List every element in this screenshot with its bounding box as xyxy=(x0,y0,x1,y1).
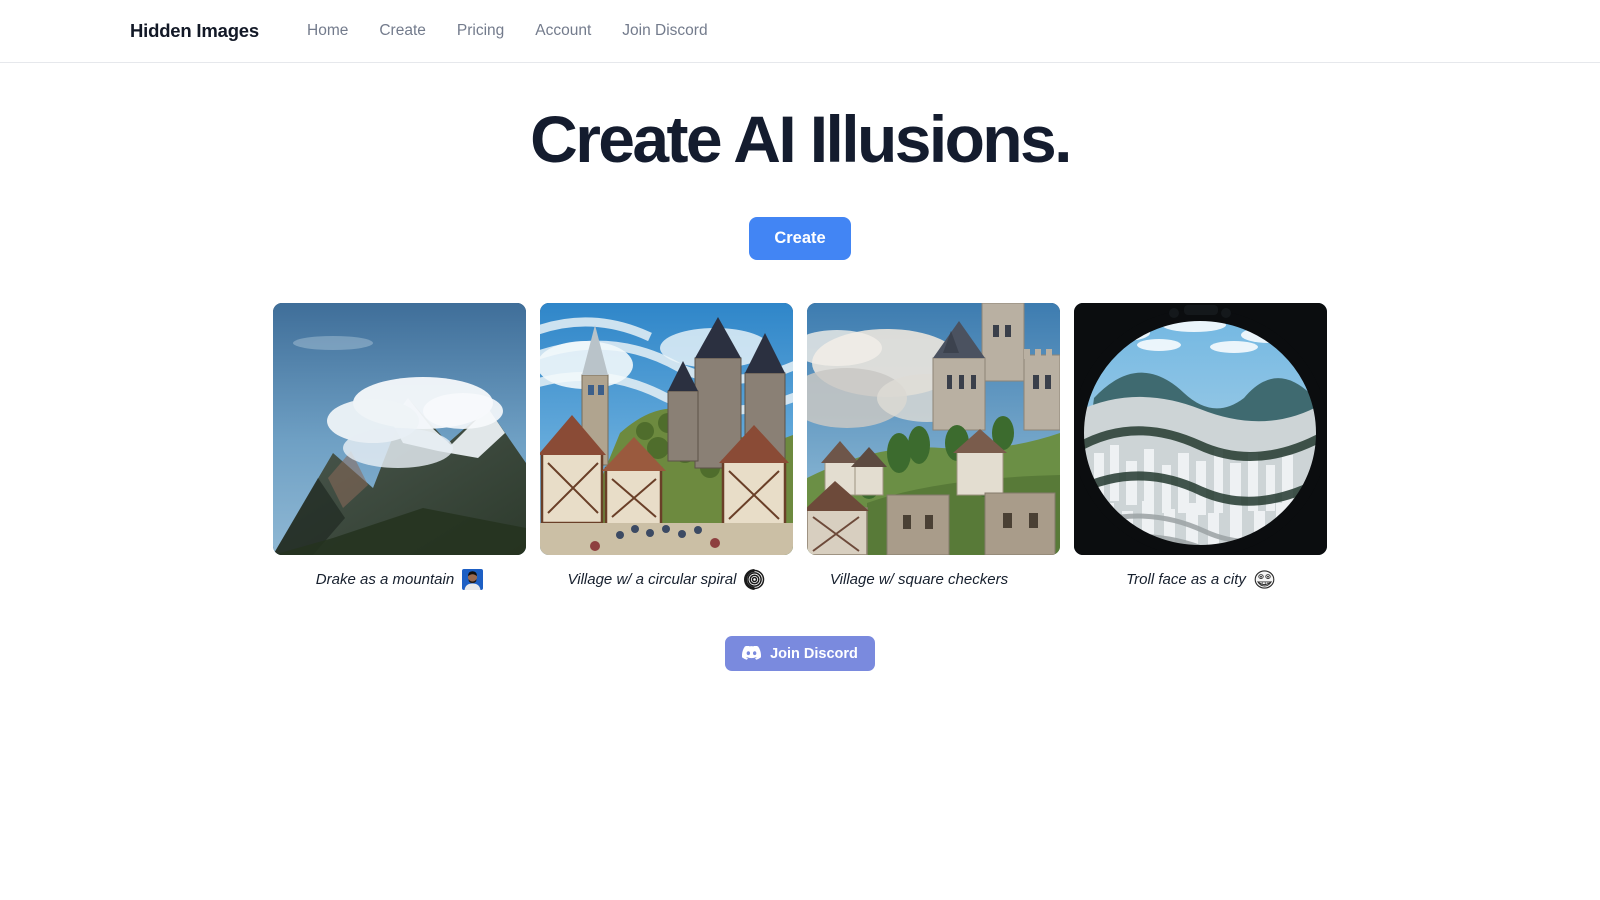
gallery-image-aerial-city-fisheye[interactable] xyxy=(1074,303,1327,556)
drake-portrait-icon xyxy=(462,569,484,591)
brand-logo[interactable]: Hidden Images xyxy=(130,20,259,42)
gallery-caption: Village w/ square checkers xyxy=(807,569,1060,590)
gallery-image-medieval-village-illustration[interactable] xyxy=(540,303,793,556)
gallery-card: Drake as a mountain xyxy=(273,303,526,591)
page-title: Create AI Illusions. xyxy=(530,102,1072,176)
gallery-caption-text: Village w/ a circular spiral xyxy=(567,571,737,589)
gallery-image-mountain-peak-with-clouds[interactable] xyxy=(273,303,526,556)
gallery-image-hillside-castle-village[interactable] xyxy=(807,303,1060,556)
gallery-caption-text: Village w/ square checkers xyxy=(829,571,1009,589)
gallery-card: Village w/ square checkers xyxy=(807,303,1060,590)
join-discord-label: Join Discord xyxy=(770,645,858,662)
gallery-card: Village w/ a circular spiral xyxy=(540,303,793,591)
checkerboard-icon xyxy=(1016,569,1037,590)
gallery-caption: Drake as a mountain xyxy=(273,569,526,591)
create-button[interactable]: Create xyxy=(749,217,851,261)
join-discord-button[interactable]: Join Discord xyxy=(725,636,875,672)
nav-link-join-discord[interactable]: Join Discord xyxy=(622,22,707,40)
gallery-card: Troll face as a city xyxy=(1074,303,1327,591)
main-navigation: Home Create Pricing Account Join Discord xyxy=(307,22,708,40)
discord-cta-section: Join Discord xyxy=(0,636,1600,672)
nav-link-account[interactable]: Account xyxy=(535,22,591,40)
troll-face-icon xyxy=(1253,569,1275,591)
gallery-caption-text: Drake as a mountain xyxy=(315,571,455,589)
nav-link-create[interactable]: Create xyxy=(379,22,426,40)
gallery-caption-text: Troll face as a city xyxy=(1126,571,1246,589)
gallery-caption: Troll face as a city xyxy=(1074,569,1327,591)
hero-section: Create AI Illusions. Create xyxy=(0,63,1600,261)
discord-logo-icon xyxy=(742,645,762,661)
circular-spiral-icon xyxy=(744,569,766,591)
nav-link-home[interactable]: Home xyxy=(307,22,348,40)
top-navbar: Hidden Images Home Create Pricing Accoun… xyxy=(0,0,1600,63)
example-gallery: Drake as a mountain Village w/ a circula… xyxy=(0,303,1600,591)
nav-link-pricing[interactable]: Pricing xyxy=(457,22,504,40)
gallery-caption: Village w/ a circular spiral xyxy=(540,569,793,591)
